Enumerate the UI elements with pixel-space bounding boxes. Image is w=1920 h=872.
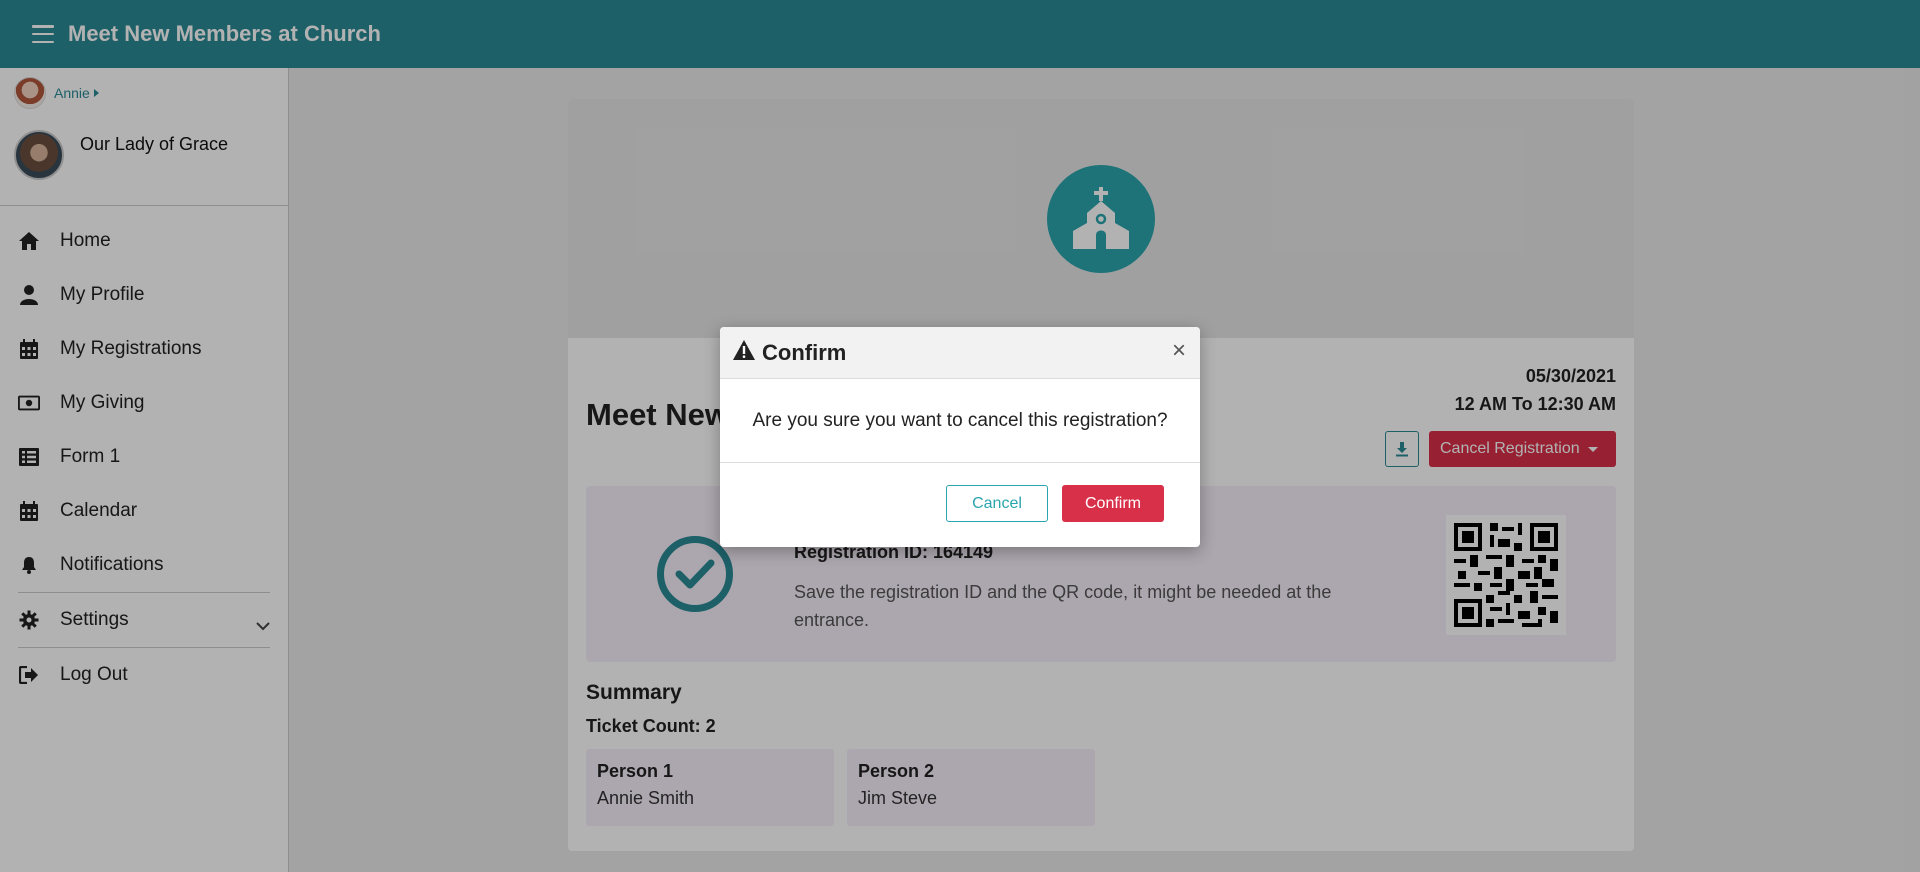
warning-icon bbox=[732, 339, 756, 366]
dialog-message: Are you sure you want to cancel this reg… bbox=[720, 379, 1200, 463]
page-scrollbar[interactable] bbox=[1903, 68, 1920, 872]
confirm-button[interactable]: Confirm bbox=[1062, 485, 1164, 522]
dialog-footer: Cancel Confirm bbox=[720, 463, 1200, 546]
close-icon[interactable]: × bbox=[1172, 339, 1186, 363]
confirm-dialog: Confirm × Are you sure you want to cance… bbox=[720, 327, 1200, 547]
dialog-header: Confirm × bbox=[720, 327, 1200, 379]
cancel-button[interactable]: Cancel bbox=[946, 485, 1048, 522]
dialog-title: Confirm bbox=[762, 339, 847, 365]
